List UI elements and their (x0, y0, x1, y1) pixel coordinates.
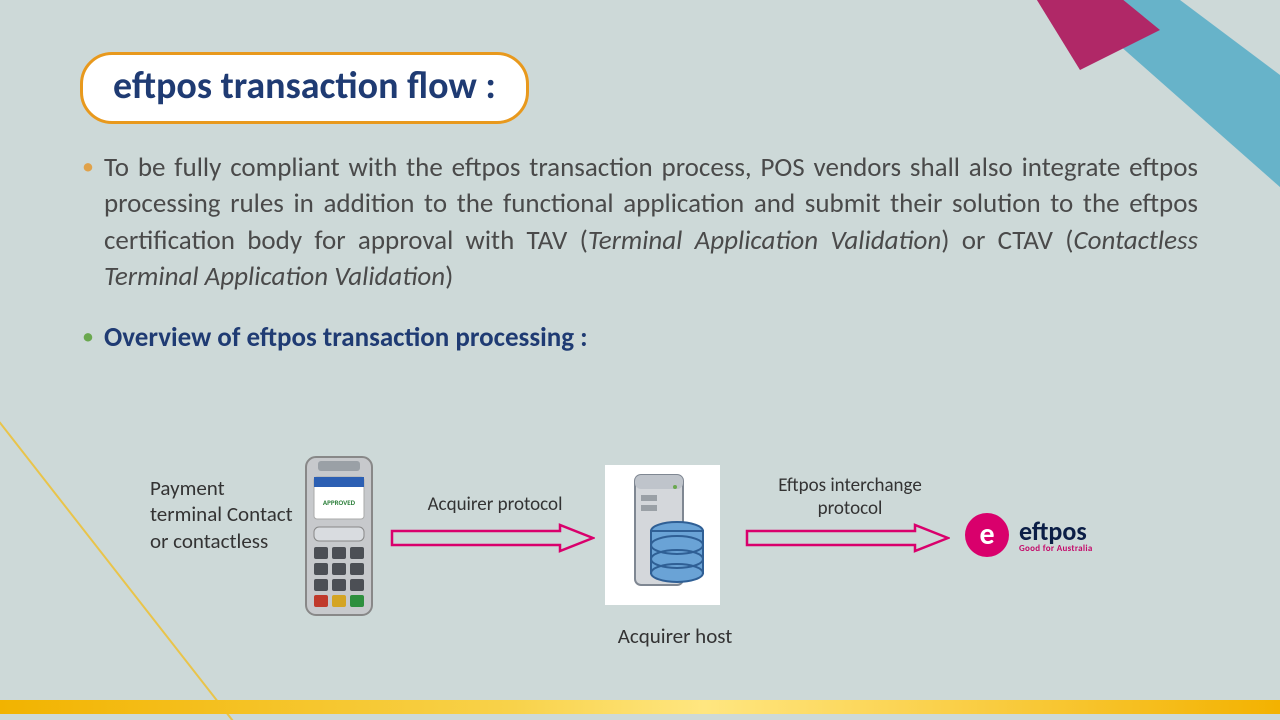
svg-text:APPROVED: APPROVED (323, 498, 356, 507)
bullet-1-ital1: Terminal Application Validation (588, 224, 941, 257)
bottom-accent-bar (0, 700, 1280, 714)
subheading: Overview of eftpos transaction processin… (104, 321, 588, 354)
bullet-dot-icon: • (82, 320, 104, 356)
arrow-icon (745, 523, 950, 553)
slide-title-box: eftpos transaction flow : (80, 52, 529, 124)
slide-title: eftpos transaction flow : (113, 63, 496, 109)
bullet-1-text: To be fully compliant with the eftpos tr… (104, 150, 1198, 296)
eftpos-logo-text: eftpos Good for Australia (1019, 518, 1093, 553)
eftpos-logo-word: eftpos (1019, 518, 1093, 544)
server-icon (605, 465, 720, 605)
bullet-2: • Overview of eftpos transaction process… (82, 320, 1198, 356)
bullet-2-text: Overview of eftpos transaction processin… (104, 320, 1198, 356)
eftpos-logo-tag: Good for Australia (1019, 544, 1093, 553)
arrow-label-1: Acquirer protocol (405, 493, 585, 516)
bullet-dot-icon: • (82, 150, 104, 296)
bullet-1-post: ) (445, 260, 453, 293)
arrow-icon (390, 523, 595, 553)
terminal-label: Payment terminal Contact or contactless (150, 475, 300, 554)
flow-diagram: Payment terminal Contact or contactless … (0, 455, 1280, 675)
acquirer-host-label: Acquirer host (595, 623, 755, 649)
arrow-label-2: Eftpos interchange protocol (750, 475, 950, 521)
eftpos-logo-icon: e (965, 513, 1009, 557)
bullet-1: • To be fully compliant with the eftpos … (82, 150, 1198, 296)
eftpos-logo: e eftpos Good for Australia (965, 513, 1093, 557)
content-area: • To be fully compliant with the eftpos … (82, 150, 1198, 380)
bullet-1-mid: ) or CTAV ( (941, 224, 1073, 257)
payment-terminal-icon: APPROVED (300, 455, 378, 620)
